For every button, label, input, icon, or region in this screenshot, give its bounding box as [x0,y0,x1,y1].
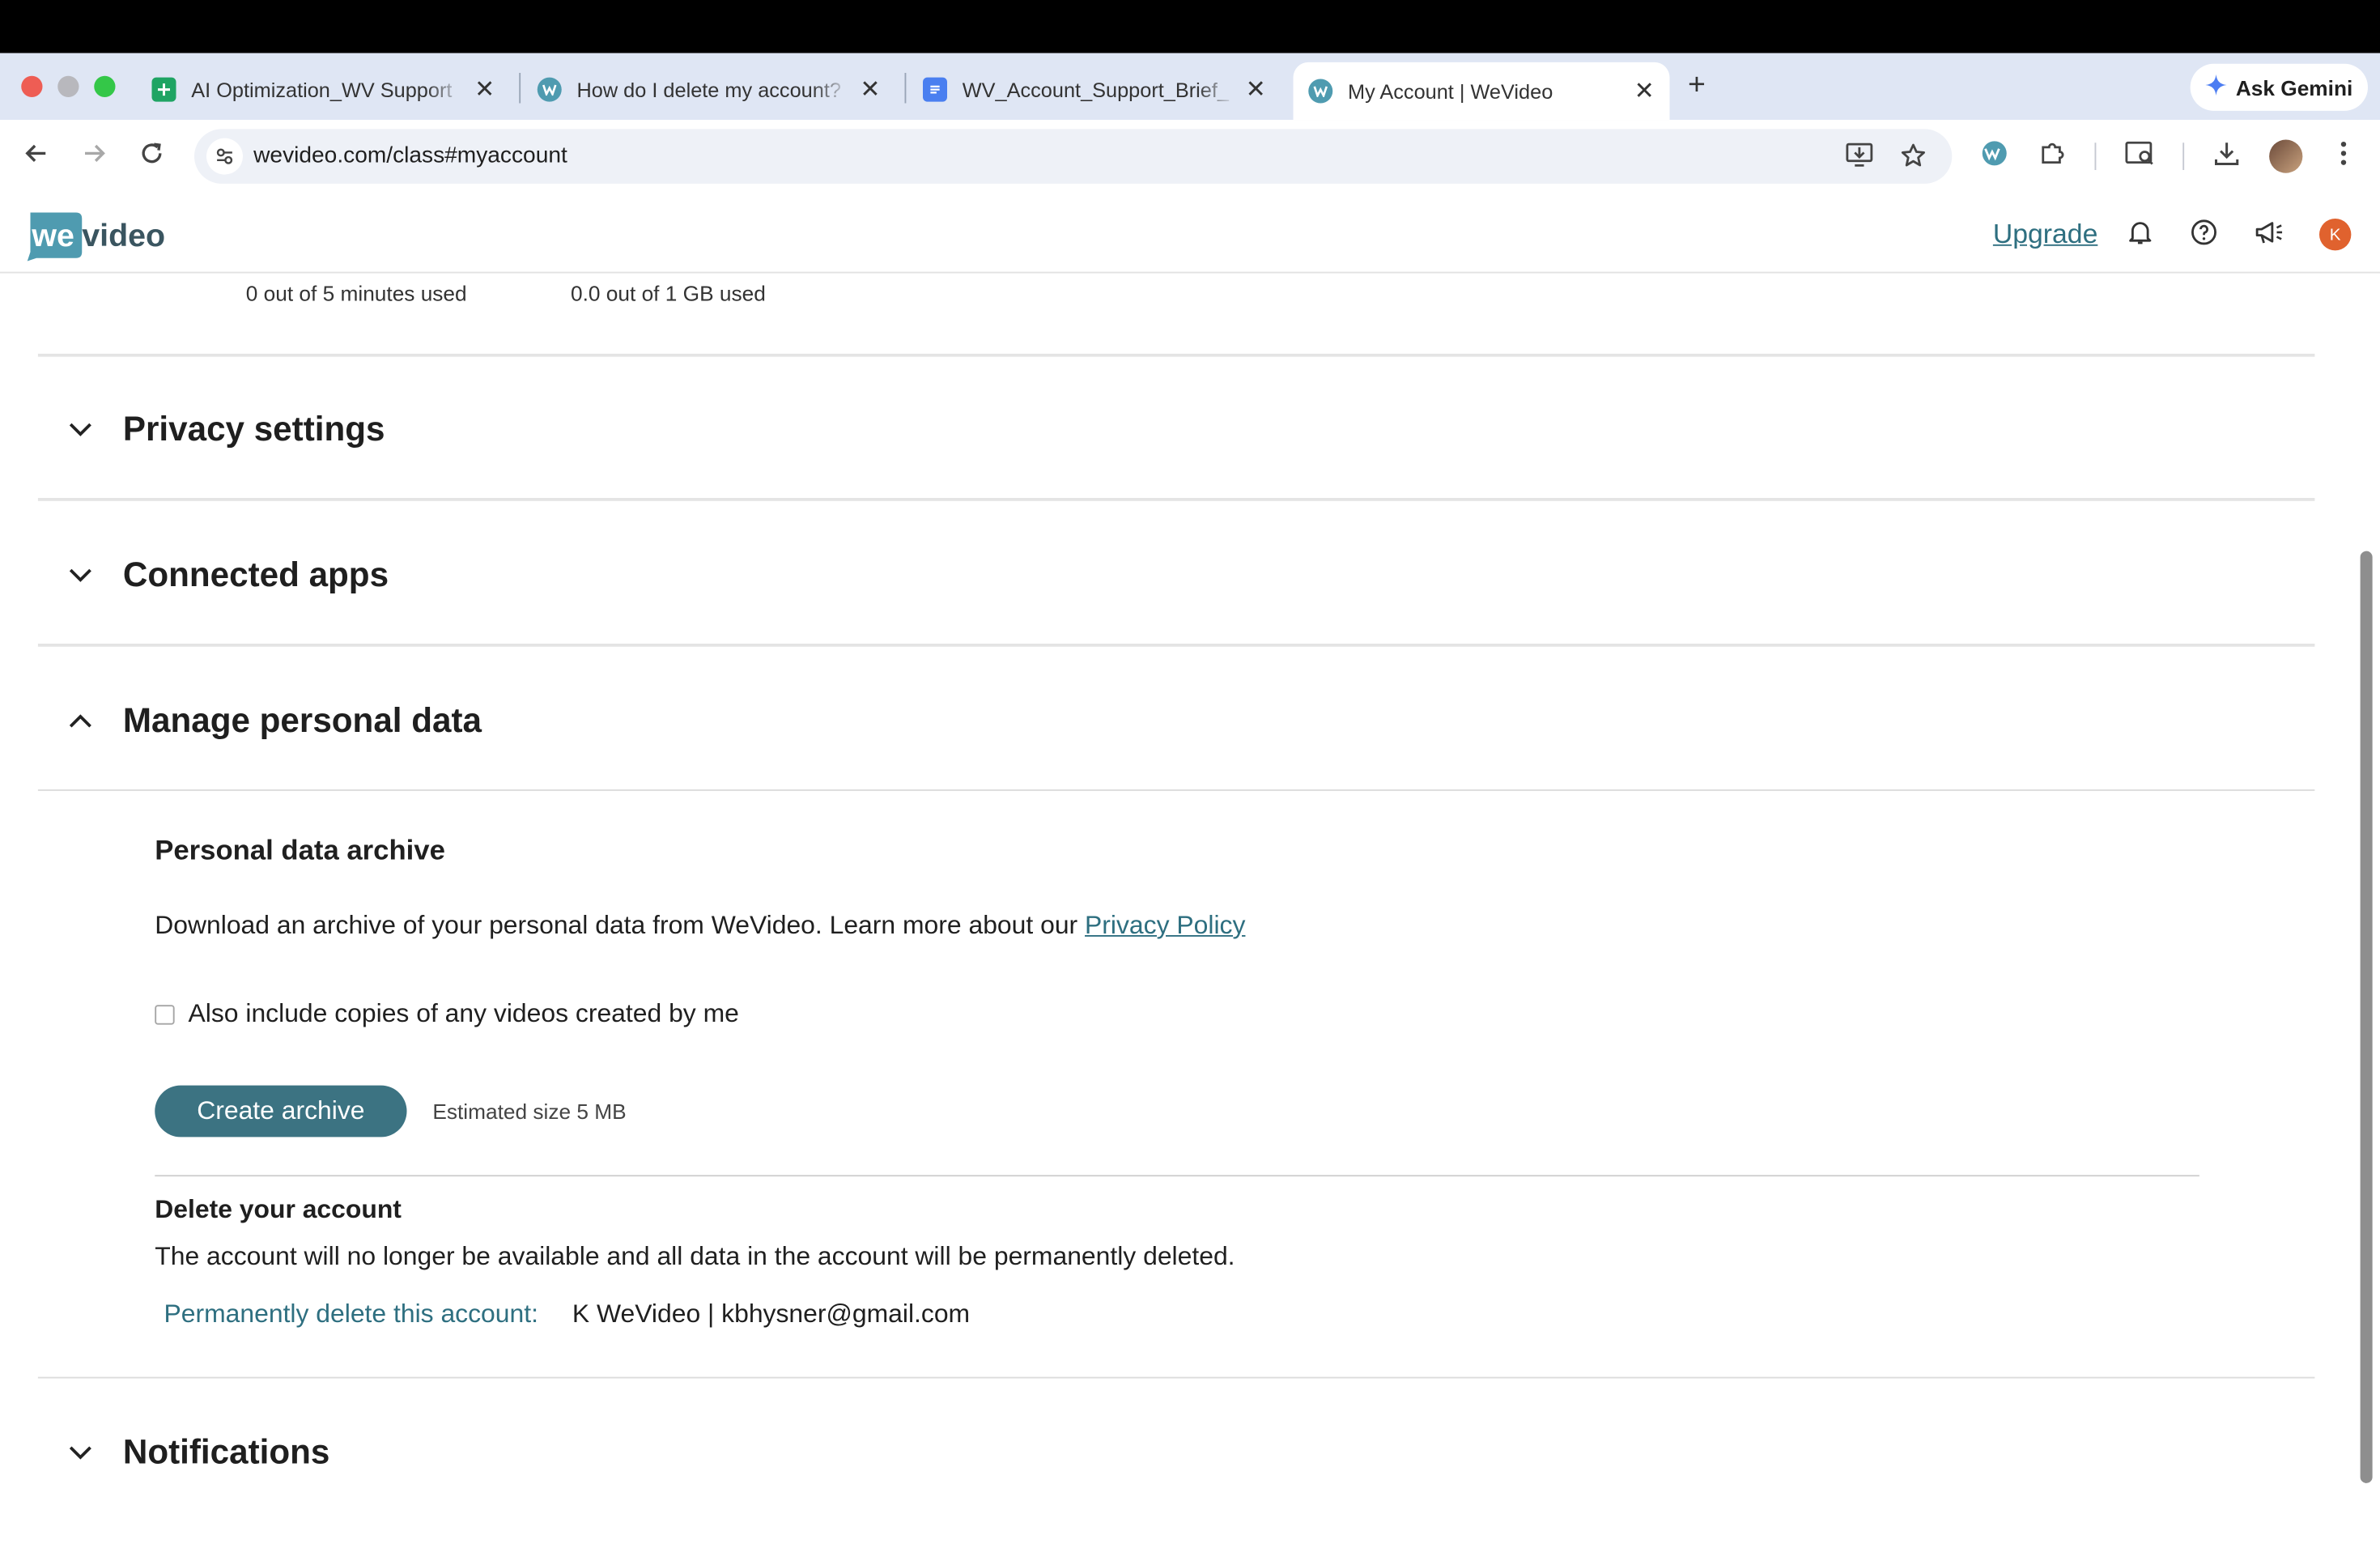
include-videos-checkbox[interactable] [155,1005,175,1025]
maximize-window-button[interactable] [94,75,116,97]
tab-divider [519,73,521,104]
notifications-bell-icon[interactable] [2127,219,2154,253]
ask-gemini-button[interactable]: Ask Gemini [2190,63,2368,111]
section-title: Privacy settings [122,409,385,448]
tab-ai-optimization[interactable]: AI Optimization_WV Support ✕ [151,62,511,117]
section-notifications[interactable]: Notifications [38,1380,2315,1524]
archive-description: Download an archive of your personal dat… [155,911,1246,940]
storage-usage: 0.0 out of 1 GB used [571,280,766,305]
section-manage-personal-data[interactable]: Manage personal data [38,649,2315,793]
section-title: Notifications [122,1432,330,1470]
section-title: Manage personal data [122,700,482,739]
chevron-down-icon [64,412,97,445]
browser-toolbar: wevideo.com/class#myaccount [0,120,2380,198]
close-tab-icon[interactable]: ✕ [1634,76,1655,107]
create-archive-button[interactable]: Create archive [155,1085,407,1138]
tab-divider [904,73,907,104]
tab-my-account[interactable]: My Account | WeVideo ✕ [1293,62,1670,121]
logo-video-text: video [82,218,164,253]
chevron-down-icon [64,1435,97,1469]
more-menu-icon[interactable] [2338,140,2350,175]
section-title: Connected apps [122,555,389,593]
close-tab-icon[interactable]: ✕ [1246,74,1266,105]
gemini-sparkle-icon [2205,74,2227,100]
downloads-icon[interactable] [2213,140,2241,175]
privacy-policy-link[interactable]: Privacy Policy [1085,911,1245,940]
site-settings-icon[interactable] [206,138,243,175]
toolbar-divider [2182,142,2185,170]
account-page: 0 out of 5 minutes used 0.0 out of 1 GB … [0,273,2380,1548]
estimated-size: Estimated size 5 MB [432,1099,627,1124]
user-avatar[interactable]: K [2319,219,2352,251]
minutes-usage: 0 out of 5 minutes used [245,280,467,305]
delete-account-heading: Delete your account [155,1194,402,1224]
archive-heading: Personal data archive [155,833,445,865]
back-arrow-icon[interactable] [23,140,50,175]
section-connected-apps[interactable]: Connected apps [38,503,2315,647]
section-divider [37,789,2315,791]
bookmark-star-icon[interactable] [1901,142,1927,176]
close-tab-icon[interactable]: ✕ [474,74,495,105]
section-divider [37,1376,2315,1379]
section-divider [37,498,2315,501]
wevideo-icon [1308,79,1333,104]
wevideo-icon [537,77,562,102]
include-videos-label[interactable]: Also include copies of any videos create… [189,999,739,1030]
menu-bar-area [0,0,2380,53]
chevron-down-icon [64,558,97,591]
chevron-up-icon [64,704,97,737]
tab-delete-account-help[interactable]: How do I delete my account? ✕ [537,62,896,117]
install-app-icon[interactable] [1846,142,1873,174]
extensions-puzzle-icon[interactable] [2038,140,2066,175]
account-identity: K WeVideo | kbhysner@gmail.com [572,1299,971,1329]
section-privacy-settings[interactable]: Privacy settings [38,357,2315,501]
reload-icon[interactable] [138,140,166,175]
site-header: we video Upgrade K [0,197,2380,274]
panel-divider [155,1175,2199,1177]
url-text[interactable]: wevideo.com/class#myaccount [253,142,567,168]
close-window-button[interactable] [21,75,43,97]
upgrade-link[interactable]: Upgrade [1993,219,2097,250]
delete-account-description: The account will no longer be available … [155,1241,1235,1271]
section-divider [37,644,2315,647]
help-icon[interactable] [2191,219,2218,253]
close-tab-icon[interactable]: ✕ [860,74,880,105]
new-tab-button[interactable]: + [1688,68,1706,103]
forward-arrow-icon[interactable] [80,140,108,175]
sheets-icon [151,77,176,102]
logo-we-text: we [31,218,74,253]
minimize-window-button[interactable] [57,75,79,97]
toolbar-divider [2094,142,2097,170]
scrollbar-thumb[interactable] [2360,551,2373,1483]
announcements-megaphone-icon[interactable] [2254,219,2284,253]
reading-mode-icon[interactable] [2125,140,2156,175]
screen: AI Optimization_WV Support ✕ How do I de… [0,0,2380,1548]
address-bar[interactable]: wevideo.com/class#myaccount [194,129,1953,184]
tab-account-support-brief[interactable]: WV_Account_Support_Brief_ ✕ [923,62,1281,117]
wevideo-logo[interactable]: we video [24,210,165,262]
permanently-delete-link[interactable]: Permanently delete this account: [164,1299,538,1330]
profile-avatar-icon[interactable] [2269,139,2303,173]
wevideo-extension-icon[interactable] [1979,140,2010,175]
docs-icon [923,77,947,102]
